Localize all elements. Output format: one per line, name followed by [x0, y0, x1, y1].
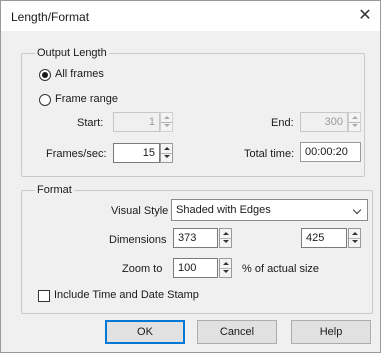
fps-spinner[interactable]	[160, 143, 173, 163]
fps-label: Frames/sec:	[46, 148, 107, 160]
visual-style-value: Shaded with Edges	[176, 204, 271, 216]
all-frames-radio[interactable]	[39, 69, 51, 81]
ok-button[interactable]: OK	[105, 320, 185, 344]
spin-down-icon[interactable]	[349, 238, 360, 247]
zoom-label: Zoom to	[122, 263, 163, 275]
height-input[interactable]: 425	[301, 228, 347, 248]
end-spinner[interactable]	[348, 112, 361, 132]
zoom-suffix: % of actual size	[242, 263, 320, 275]
total-time-field: 00:00:20	[300, 142, 361, 162]
start-input[interactable]: 1	[113, 112, 160, 132]
end-input[interactable]: 300	[300, 112, 348, 132]
width-input[interactable]: 373	[173, 228, 218, 248]
format-legend: Format	[35, 184, 74, 196]
time-date-stamp-label[interactable]: Include Time and Date Stamp	[54, 289, 199, 301]
spin-down-icon[interactable]	[349, 122, 360, 131]
dialog-title: Length/Format	[11, 10, 90, 24]
title-bar: Length/Format ✕	[1, 1, 380, 31]
spin-down-icon[interactable]	[220, 268, 231, 277]
zoom-input[interactable]: 100	[173, 258, 218, 278]
width-spinner[interactable]	[219, 228, 232, 248]
frame-range-label[interactable]: Frame range	[55, 93, 118, 105]
fps-input[interactable]: 15	[113, 143, 160, 163]
height-spinner[interactable]	[348, 228, 361, 248]
help-button[interactable]: Help	[291, 320, 371, 344]
start-label: Start:	[77, 117, 104, 129]
chevron-down-icon	[352, 205, 362, 215]
spin-down-icon[interactable]	[161, 153, 172, 162]
frame-range-radio[interactable]	[39, 94, 51, 106]
zoom-spinner[interactable]	[219, 258, 232, 278]
total-time-label: Total time:	[244, 148, 295, 160]
output-length-legend: Output Length	[35, 47, 109, 59]
end-label: End:	[271, 117, 294, 129]
spin-down-icon[interactable]	[220, 238, 231, 247]
start-spinner[interactable]	[160, 112, 173, 132]
visual-style-label: Visual Style	[111, 205, 169, 217]
dimensions-label: Dimensions	[109, 234, 167, 246]
close-icon[interactable]: ✕	[354, 5, 376, 27]
visual-style-select[interactable]: Shaded with Edges	[171, 199, 368, 221]
all-frames-label[interactable]: All frames	[55, 68, 104, 80]
time-date-stamp-checkbox[interactable]	[38, 290, 50, 302]
cancel-button[interactable]: Cancel	[197, 320, 277, 344]
length-format-dialog: Length/Format ✕ Output Length All frames…	[0, 0, 381, 353]
spin-down-icon[interactable]	[161, 122, 172, 131]
